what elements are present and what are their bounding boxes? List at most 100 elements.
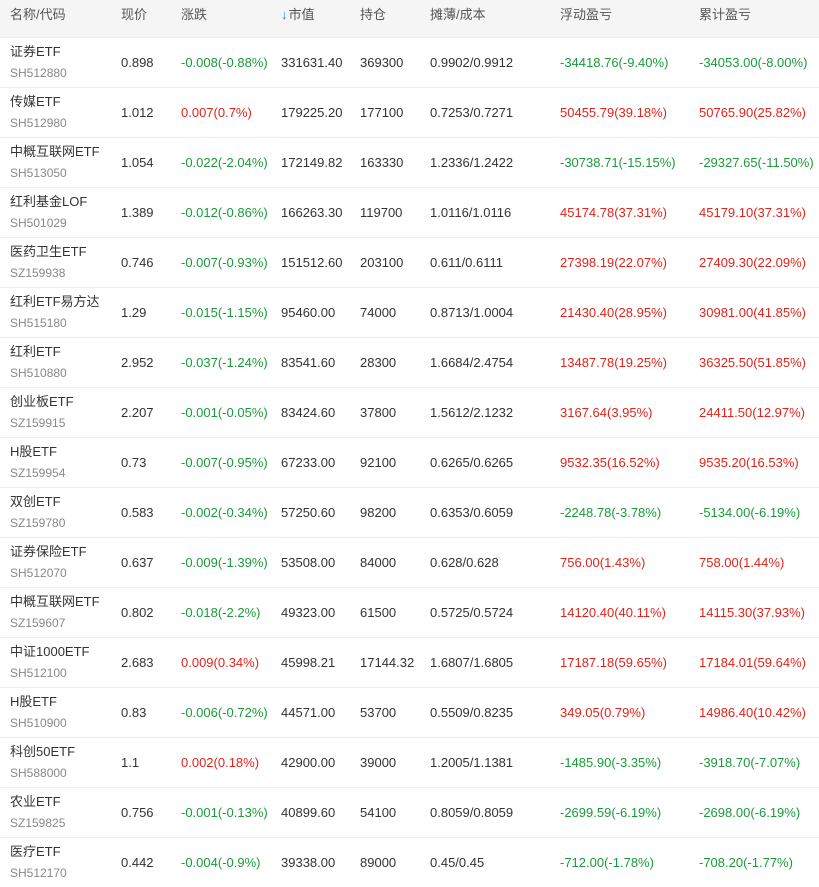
fund-name: 红利基金LOF xyxy=(10,194,88,209)
table-row[interactable]: 科创50ETF SH588000 1.1 0.002(0.18%) 42900.00 39… xyxy=(0,737,819,787)
table-row[interactable]: 证券保险ETF SH512070 0.637 -0.009(-1.39%) 53508.… xyxy=(0,537,819,587)
cost-cell: 0.7253/0.7271 xyxy=(430,105,514,120)
table-row[interactable]: H股ETF SH510900 0.83 -0.006(-0.72%) 44571.00 5… xyxy=(0,687,819,737)
change-cell: -0.007(-0.93%) xyxy=(181,255,268,270)
fund-name: 医疗ETF xyxy=(10,844,61,859)
holding-cell: 203100 xyxy=(360,255,404,270)
cost-cell: 0.9902/0.9912 xyxy=(430,55,514,70)
holding-cell: 61500 xyxy=(360,605,397,620)
change-cell: -0.018(-2.2%) xyxy=(181,605,261,620)
fund-code: SH512980 xyxy=(10,116,67,130)
column-header-name-code[interactable]: 名称/代码 xyxy=(10,0,66,37)
table-row[interactable]: H股ETF SZ159954 0.73 -0.007(-0.95%) 67233.00 9… xyxy=(0,437,819,487)
fund-name: 科创50ETF xyxy=(10,744,76,759)
cost-cell: 0.628/0.628 xyxy=(430,555,499,570)
table-row[interactable]: 双创ETF SZ159780 0.583 -0.002(-0.34%) 57250.60… xyxy=(0,487,819,537)
cost-cell: 1.2005/1.1381 xyxy=(430,755,514,770)
column-header-change[interactable]: 涨跌 xyxy=(181,0,207,37)
table-row[interactable]: 中概互联网ETF SZ159607 0.802 -0.018(-2.2%) 49323.… xyxy=(0,587,819,637)
floating-pl-cell: -2248.78(-3.78%) xyxy=(560,505,662,520)
table-header: 名称/代码 现价 涨跌 ↓市值 持仓 摊薄/成本 浮动盈亏 累计盈亏 xyxy=(0,0,819,37)
holding-cell: 369300 xyxy=(360,55,404,70)
price-cell: 2.683 xyxy=(121,655,154,670)
holding-cell: 53700 xyxy=(360,705,397,720)
holding-cell: 98200 xyxy=(360,505,397,520)
holding-cell: 17144.32 xyxy=(360,655,415,670)
cumulative-pl-cell: 14986.40(10.42%) xyxy=(699,705,806,720)
change-cell: -0.015(-1.15%) xyxy=(181,305,268,320)
floating-pl-cell: 349.05(0.79%) xyxy=(560,705,646,720)
cost-cell: 0.5725/0.5724 xyxy=(430,605,514,620)
fund-name: 红利ETF xyxy=(10,344,61,359)
floating-pl-cell: -712.00(-1.78%) xyxy=(560,855,654,870)
cumulative-pl-cell: 36325.50(51.85%) xyxy=(699,355,806,370)
table-row[interactable]: 中证1000ETF SH512100 2.683 0.009(0.34%) 45998.… xyxy=(0,637,819,687)
fund-name: 中证1000ETF xyxy=(10,644,90,659)
change-cell: 0.002(0.18%) xyxy=(181,755,260,770)
cumulative-pl-cell: 50765.90(25.82%) xyxy=(699,105,806,120)
table-row[interactable]: 传媒ETF SH512980 1.012 0.007(0.7%) 179225.20 17… xyxy=(0,87,819,137)
fund-code: SZ159780 xyxy=(10,516,66,530)
floating-pl-cell: 9532.35(16.52%) xyxy=(560,455,660,470)
fund-code: SZ159938 xyxy=(10,266,66,280)
table-row[interactable]: 创业板ETF SZ159915 2.207 -0.001(-0.05%) 83424.6… xyxy=(0,387,819,437)
table-row[interactable]: 医疗ETF SH512170 0.442 -0.004(-0.9%) 39338.00 8… xyxy=(0,837,819,887)
price-cell: 1.389 xyxy=(121,205,154,220)
table-row[interactable]: 医药卫生ETF SZ159938 0.746 -0.007(-0.93%) 151512… xyxy=(0,237,819,287)
market-value-cell: 44571.00 xyxy=(281,705,336,720)
fund-name: H股ETF xyxy=(10,444,57,459)
table-row[interactable]: 红利ETF SH510880 2.952 -0.037(-1.24%) 83541.60… xyxy=(0,337,819,387)
floating-pl-cell: 17187.18(59.65%) xyxy=(560,655,667,670)
market-value-cell: 57250.60 xyxy=(281,505,336,520)
cumulative-pl-cell: -5134.00(-6.19%) xyxy=(699,505,801,520)
price-cell: 0.802 xyxy=(121,605,154,620)
market-value-cell: 83424.60 xyxy=(281,405,336,420)
fund-name: 中概互联网ETF xyxy=(10,594,100,609)
column-header-market-value[interactable]: ↓市值 xyxy=(281,0,315,37)
holding-cell: 84000 xyxy=(360,555,397,570)
fund-name: 双创ETF xyxy=(10,494,61,509)
floating-pl-cell: -34418.76(-9.40%) xyxy=(560,55,669,70)
change-cell: -0.012(-0.86%) xyxy=(181,205,268,220)
fund-code: SZ159915 xyxy=(10,416,66,430)
price-cell: 0.898 xyxy=(121,55,154,70)
column-header-cumulative-pl[interactable]: 累计盈亏 xyxy=(699,0,751,37)
market-value-cell: 95460.00 xyxy=(281,305,336,320)
table-row[interactable]: 红利ETF易方达 SH515180 1.29 -0.015(-1.15%) 95460.… xyxy=(0,287,819,337)
floating-pl-cell: 14120.40(40.11%) xyxy=(560,605,667,620)
column-header-cost[interactable]: 摊薄/成本 xyxy=(430,0,486,37)
cost-cell: 1.0116/1.0116 xyxy=(430,205,512,220)
price-cell: 0.746 xyxy=(121,255,154,270)
table-row[interactable]: 证券ETF SH512880 0.898 -0.008(-0.88%) 331631.4… xyxy=(0,37,819,87)
price-cell: 1.29 xyxy=(121,305,147,320)
market-value-cell: 67233.00 xyxy=(281,455,336,470)
price-cell: 0.442 xyxy=(121,855,154,870)
fund-code: SH501029 xyxy=(10,216,67,230)
cost-cell: 1.5612/2.1232 xyxy=(430,405,514,420)
column-header-price[interactable]: 现价 xyxy=(121,0,147,37)
cost-cell: 0.8059/0.8059 xyxy=(430,805,514,820)
price-cell: 0.637 xyxy=(121,555,154,570)
floating-pl-cell: 50455.79(39.18%) xyxy=(560,105,667,120)
holding-cell: 119700 xyxy=(360,205,403,220)
change-cell: 0.007(0.7%) xyxy=(181,105,252,120)
change-cell: -0.009(-1.39%) xyxy=(181,555,268,570)
cost-cell: 0.5509/0.8235 xyxy=(430,705,514,720)
floating-pl-cell: 756.00(1.43%) xyxy=(560,555,646,570)
fund-code: SH512100 xyxy=(10,666,67,680)
change-cell: -0.002(-0.34%) xyxy=(181,505,268,520)
holding-cell: 37800 xyxy=(360,405,397,420)
cumulative-pl-cell: -29327.65(-11.50%) xyxy=(699,155,814,170)
table-row[interactable]: 农业ETF SZ159825 0.756 -0.001(-0.13%) 40899.60… xyxy=(0,787,819,837)
fund-code: SZ159607 xyxy=(10,616,66,630)
holdings-table: 名称/代码 现价 涨跌 ↓市值 持仓 摊薄/成本 浮动盈亏 累计盈亏 证券ETF… xyxy=(0,0,819,887)
column-header-holding[interactable]: 持仓 xyxy=(360,0,386,37)
floating-pl-cell: 27398.19(22.07%) xyxy=(560,255,667,270)
table-row[interactable]: 中概互联网ETF SH513050 1.054 -0.022(-2.04%) 17214… xyxy=(0,137,819,187)
table-row[interactable]: 红利基金LOF SH501029 1.389 -0.012(-0.86%) 166263… xyxy=(0,187,819,237)
floating-pl-cell: 21430.40(28.95%) xyxy=(560,305,667,320)
price-cell: 1.012 xyxy=(121,105,154,120)
cumulative-pl-cell: 30981.00(41.85%) xyxy=(699,305,806,320)
column-header-floating-pl[interactable]: 浮动盈亏 xyxy=(560,0,612,37)
floating-pl-cell: -30738.71(-15.15%) xyxy=(560,155,676,170)
